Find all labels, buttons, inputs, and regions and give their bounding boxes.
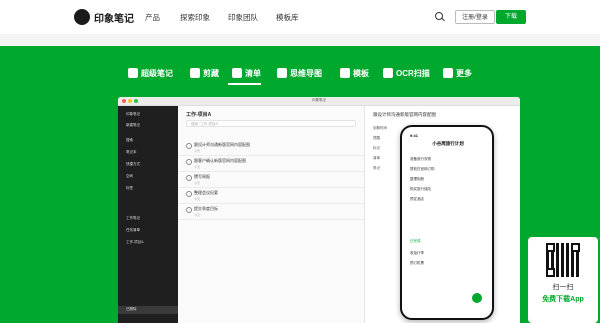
phone-task[interactable]: 提前在官网订购 [410,167,435,172]
row-date: 今天 [194,213,201,217]
list-item[interactable]: 跟设计师沟通新版官网内容配图 今天 [178,140,364,156]
sidebar-item-project-a[interactable]: 工作-项目A [126,240,144,245]
tab-super-note[interactable]: 超级笔记 [128,66,173,80]
top-nav: 印象笔记 产品 探索印象 印象团队 模板库 注册/登录 下载 [0,0,600,34]
sidebar-item-work-notes[interactable]: 工作笔记 [126,216,140,221]
qr-finder [571,243,580,252]
download-app-label[interactable]: 免费下载App [528,294,598,304]
row-title: 提交季度目标 [194,206,218,211]
brand-name: 印象笔记 [94,13,134,25]
super-note-icon [128,68,138,78]
logo[interactable]: 印象笔记 [74,9,134,25]
scan-label: 扫一扫 [552,284,574,291]
tab-label: 模板 [353,68,369,78]
checkbox-icon[interactable] [186,175,192,181]
status-time: 9:41 [410,133,419,138]
tab-checklist[interactable]: 清单 [232,66,261,80]
phone-mockup: 9:41 小谷周旅行计划 准备旅行衣物 提前在官网订购 整理相册 购买旅行保险 … [400,125,494,320]
row-title: 撰写周报 [194,174,210,179]
add-task-button[interactable] [472,293,482,303]
window-title: 印象笔记 [312,98,326,102]
sidebar-item-trash[interactable]: 已删除 [126,307,137,312]
done-section-label: 已完成 [410,239,421,243]
tab-template[interactable]: 模板 [340,66,369,80]
sidebar-item-search[interactable]: 搜索 [126,138,133,143]
note-list: 工作-项目A 搜索 "工作-项目A" 跟设计师沟通新版官网内容配图 今天 跟客户确… [178,106,365,323]
row-title: 跟设计师沟通新版官网内容配图 [194,142,250,147]
tab-label: 清单 [245,68,261,78]
elephant-logo-icon [74,9,90,25]
detail-field[interactable]: 到期时间 [373,126,387,131]
detail-field[interactable]: 笔记 [373,166,380,171]
sidebar: 印象笔记 新建笔记 搜索 笔记本 快捷方式 空间 标签 工作笔记 任务清单 工作… [118,106,178,323]
row-date: 今天 [194,149,201,153]
list-title: 工作-项目A [186,112,212,118]
tab-label: 更多 [456,68,472,78]
row-title: 整理会议纪要 [194,190,218,195]
header-divider [0,34,600,46]
qr-code-icon [546,243,580,277]
checkbox-icon[interactable] [186,207,192,213]
nav-item-templates[interactable]: 模板库 [276,12,299,23]
detail-field[interactable]: 清单 [373,156,380,161]
list-item[interactable]: 整理会议纪要 今天 [178,188,364,204]
tab-more[interactable]: 更多 [443,66,472,80]
active-tab-underline [228,83,261,85]
more-icon [443,68,453,78]
download-button[interactable]: 下载 [496,10,526,24]
window-titlebar: 印象笔记 [118,97,520,106]
checkbox-icon[interactable] [186,191,192,197]
clipper-icon [190,68,200,78]
checkbox-icon[interactable] [186,159,192,165]
tab-mindmap[interactable]: 思维导图 [277,66,322,80]
sidebar-item-spaces[interactable]: 空间 [126,174,133,179]
nav-item-teams[interactable]: 印象团队 [228,12,258,23]
login-button[interactable]: 注册/登录 [455,10,495,24]
nav-item-explore[interactable]: 探索印象 [180,12,210,23]
sidebar-item-notebooks[interactable]: 笔记本 [126,150,137,155]
tab-label: OCR扫描 [396,68,430,78]
detail-title[interactable]: 跟设计师沟通新版官网内容配图 [373,112,436,118]
checkbox-icon[interactable] [186,143,192,149]
list-item[interactable]: 跟客户确认新版官网内容配图 今天 [178,156,364,172]
nav-item-products[interactable]: 产品 [145,12,160,23]
template-icon [340,68,350,78]
phone-done-task[interactable]: 收拾行李 [410,251,424,256]
sidebar-new-note[interactable]: 新建笔记 [126,123,140,128]
tab-label: 剪藏 [203,68,219,78]
phone-task[interactable]: 购买旅行保险 [410,187,431,192]
tab-clipper[interactable]: 剪藏 [190,66,219,80]
tab-ocr[interactable]: OCR扫描 [383,66,430,80]
phone-list-title: 小谷周旅行计划 [432,141,464,146]
sidebar-item-shortcuts[interactable]: 快捷方式 [126,162,140,167]
row-date: 今天 [194,165,201,169]
sidebar-item-tags[interactable]: 标签 [126,186,133,191]
ocr-scan-icon [383,68,393,78]
sidebar-item-tasks[interactable]: 任务清单 [126,228,140,233]
qr-card: 扫一扫 免费下载App [528,237,598,323]
checklist-icon [232,68,242,78]
detail-field[interactable]: 提醒 [373,136,380,141]
search-icon[interactable] [435,12,443,20]
sidebar-account[interactable]: 印象笔记 [126,112,140,117]
phone-done-task[interactable]: 预订机票 [410,261,424,266]
qr-finder [546,268,555,277]
tab-label: 超级笔记 [141,68,173,78]
mindmap-icon [277,68,287,78]
search-input[interactable]: 搜索 "工作-项目A" [186,120,356,127]
row-date: 今天 [194,181,201,185]
qr-finder [546,243,555,252]
row-date: 今天 [194,197,201,201]
detail-field[interactable]: 标记 [373,146,380,151]
row-title: 跟客户确认新版官网内容配图 [194,158,246,163]
list-item[interactable]: 撰写周报 今天 [178,172,364,188]
phone-task[interactable]: 预定酒店 [410,197,424,202]
phone-task[interactable]: 准备旅行衣物 [410,157,431,162]
tab-label: 思维导图 [290,68,322,78]
list-item[interactable]: 提交季度目标 今天 [178,204,364,220]
phone-task[interactable]: 整理相册 [410,177,424,182]
